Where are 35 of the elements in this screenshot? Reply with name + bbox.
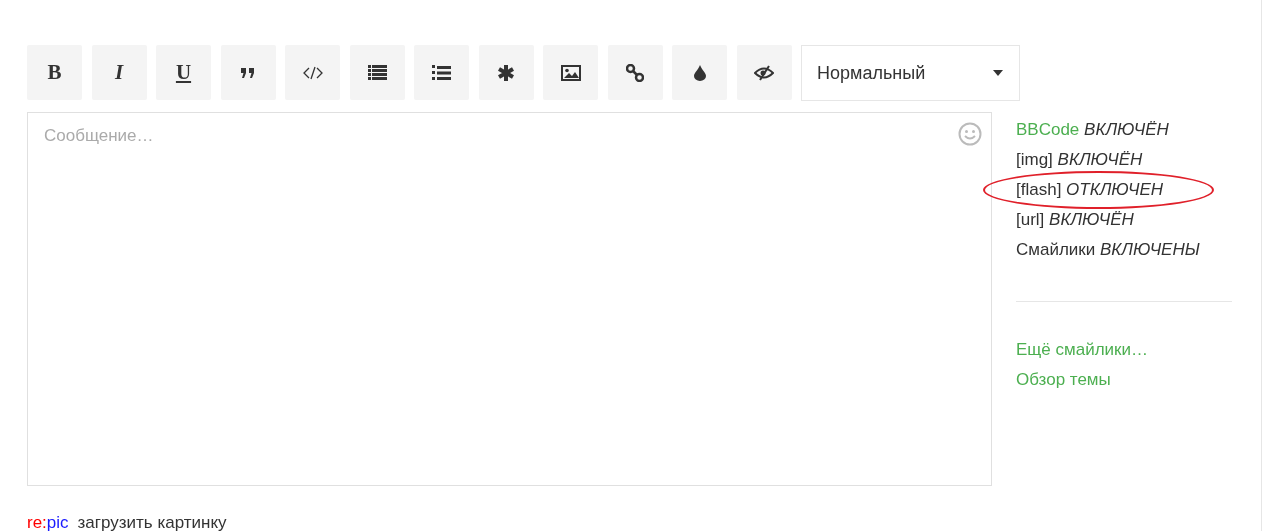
image-button[interactable] [543,45,598,100]
numbered-list-button[interactable] [414,45,469,100]
underline-button[interactable]: U [156,45,211,100]
status-value: ВКЛЮЧЁН [1084,120,1169,139]
setting-label: [url] [1016,210,1045,229]
list-button[interactable] [349,45,405,100]
list-icon [367,65,387,80]
asterisk-button[interactable] [478,45,534,100]
chain-link-icon [626,63,644,82]
eye-slash-icon [754,64,774,81]
bold-button[interactable]: B [27,45,82,100]
status-value: ВКЛЮЧЕНЫ [1100,240,1200,259]
repic-logo[interactable]: re:pic [27,510,69,531]
message-field[interactable]: Сообщение… [27,112,992,486]
asterisk-icon [498,64,514,81]
font-size-select[interactable]: Нормальный [801,45,1020,101]
setting-label: Смайлики [1016,240,1096,259]
select-value: Нормальный [817,61,926,85]
image-icon [560,64,581,81]
setting-label: [img] [1016,150,1053,169]
eye-slash-button[interactable] [736,45,792,100]
drop-icon [693,64,706,81]
drop-button[interactable] [672,45,727,100]
setting-label: [flash] [1016,180,1062,199]
status-value: ВКЛЮЧЁН [1049,210,1134,229]
italic-button[interactable]: I [91,45,147,100]
quote-button[interactable] [220,45,276,100]
caret-icon [993,70,1003,76]
numbered-list-icon [432,63,451,82]
quote-icon [241,67,255,78]
upload-label[interactable]: загрузить картинку [77,510,227,531]
status-value: ВКЛЮЧЁН [1057,150,1143,169]
code-icon [302,65,323,80]
status-value: ОТКЛЮЧЕН [1066,180,1164,199]
chain-link-button[interactable] [607,45,663,100]
